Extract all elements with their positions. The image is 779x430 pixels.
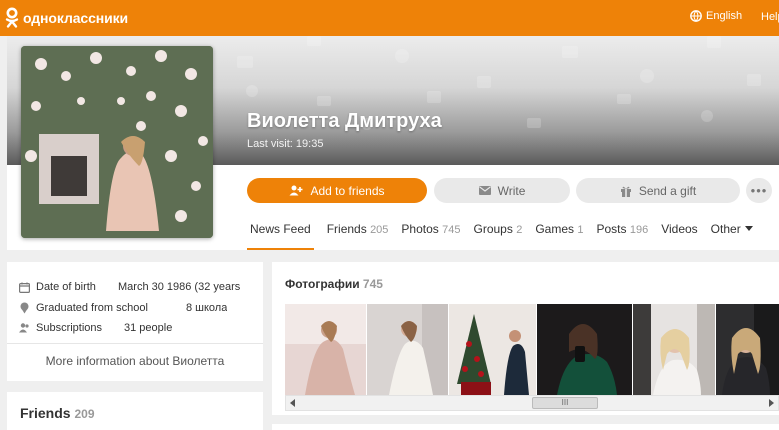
photos-title-text: Фотографии: [285, 277, 360, 291]
tab-label: Friends: [326, 222, 367, 236]
tab-other[interactable]: Other: [711, 222, 753, 250]
photos-card: Фотографии 745 III: [272, 262, 779, 415]
more-info-link[interactable]: More information about Виолетта: [7, 354, 263, 368]
pin-icon: [20, 302, 29, 314]
friends-count: 209: [74, 407, 95, 421]
photo-thumbnail[interactable]: [367, 304, 448, 395]
photo-thumbnail[interactable]: [633, 304, 715, 395]
site-logo[interactable]: одноклассники: [4, 7, 128, 29]
photo-thumbnail[interactable]: [285, 304, 366, 395]
send-gift-label: Send a gift: [638, 183, 697, 198]
tab-label: Other: [710, 222, 741, 236]
write-label: Write: [497, 183, 526, 198]
info-value: 8 школа: [186, 302, 228, 314]
feed-card: [272, 424, 779, 430]
write-button[interactable]: Write: [434, 178, 570, 203]
people-icon: [19, 323, 29, 333]
tab-groups[interactable]: Groups 2: [473, 222, 522, 250]
photo-thumbnail[interactable]: [537, 304, 632, 395]
gift-icon: [620, 186, 631, 197]
globe-icon: [690, 10, 702, 22]
photo-image: [633, 304, 715, 395]
tab-news-feed[interactable]: News Feed: [247, 222, 314, 250]
add-to-friends-button[interactable]: Add to friends: [247, 178, 427, 203]
tab-count: 205: [370, 224, 389, 236]
logo-text: одноклассники: [23, 10, 129, 26]
tab-count: 2: [516, 224, 523, 236]
language-selector[interactable]: English: [690, 10, 742, 22]
tab-label: Games: [535, 222, 574, 236]
tab-label: Posts: [596, 222, 627, 236]
divider: [7, 343, 263, 344]
tab-label: Groups: [473, 222, 513, 236]
ok-logo-icon: [4, 7, 20, 29]
photo-image: [449, 304, 536, 395]
envelope-icon: [478, 186, 491, 195]
tab-label: News Feed: [250, 222, 311, 236]
more-dots-icon: •••: [750, 183, 768, 198]
tab-count: 745: [442, 224, 461, 236]
tab-label: Videos: [661, 222, 698, 236]
about-card: Date of birth March 30 1986 (32 years Gr…: [7, 262, 263, 381]
scroll-right-icon[interactable]: [769, 399, 774, 407]
photo-thumbnail[interactable]: [449, 304, 536, 395]
info-label: Subscriptions: [36, 322, 103, 334]
scrollbar-thumb[interactable]: III: [532, 397, 598, 409]
profile-tabs: News Feed Friends 205 Photos 745 Groups …: [247, 222, 766, 250]
tab-label: Photos: [401, 222, 439, 236]
tab-friends[interactable]: Friends 205: [327, 222, 389, 250]
top-bar: одноклассники English Help: [0, 0, 779, 36]
calendar-icon: [19, 282, 30, 293]
info-row-school: Graduated from school 8 школа: [19, 302, 227, 314]
tab-photos[interactable]: Photos 745: [401, 222, 460, 250]
friends-card: Friends 209: [7, 392, 263, 430]
tab-videos[interactable]: Videos: [661, 222, 697, 250]
more-actions-button[interactable]: •••: [746, 178, 772, 203]
add-friend-icon: [289, 185, 303, 196]
scroll-left-icon[interactable]: [290, 399, 295, 407]
tab-games[interactable]: Games 1: [535, 222, 583, 250]
last-visit: Last visit: 19:35: [247, 138, 324, 150]
info-label: Date of birth: [36, 281, 96, 293]
profile-card: Виолетта Дмитруха Last visit: 19:35 Add …: [7, 36, 779, 250]
add-to-friends-label: Add to friends: [310, 183, 385, 198]
photo-image: [285, 304, 366, 395]
info-row-subscriptions: Subscriptions 31 people: [19, 322, 172, 334]
chevron-down-icon: [744, 226, 753, 231]
language-label: English: [706, 10, 743, 22]
info-value: March 30 1986 (32 years: [118, 281, 241, 293]
photos-title[interactable]: Фотографии 745: [285, 277, 383, 291]
friends-title[interactable]: Friends 209: [20, 405, 95, 421]
photo-image: [537, 304, 632, 395]
friends-title-text: Friends: [20, 405, 71, 421]
photo-image: [367, 304, 448, 395]
profile-avatar[interactable]: [21, 46, 213, 238]
photos-count: 745: [362, 277, 383, 291]
photos-scrollbar[interactable]: III: [285, 395, 779, 411]
avatar-photo: [21, 46, 213, 238]
info-value[interactable]: 31 people: [124, 322, 172, 334]
profile-name: Виолетта Дмитруха: [247, 110, 442, 132]
info-label: Graduated from school: [36, 302, 148, 314]
send-gift-button[interactable]: Send a gift: [576, 178, 740, 203]
tab-posts[interactable]: Posts 196: [596, 222, 648, 250]
tab-count: 1: [577, 224, 584, 236]
tab-count: 196: [629, 224, 649, 236]
help-link[interactable]: Help: [761, 11, 779, 23]
photo-image: [716, 304, 779, 395]
info-row-birth: Date of birth March 30 1986 (32 years: [19, 281, 268, 293]
photo-thumbnail[interactable]: [716, 304, 779, 395]
